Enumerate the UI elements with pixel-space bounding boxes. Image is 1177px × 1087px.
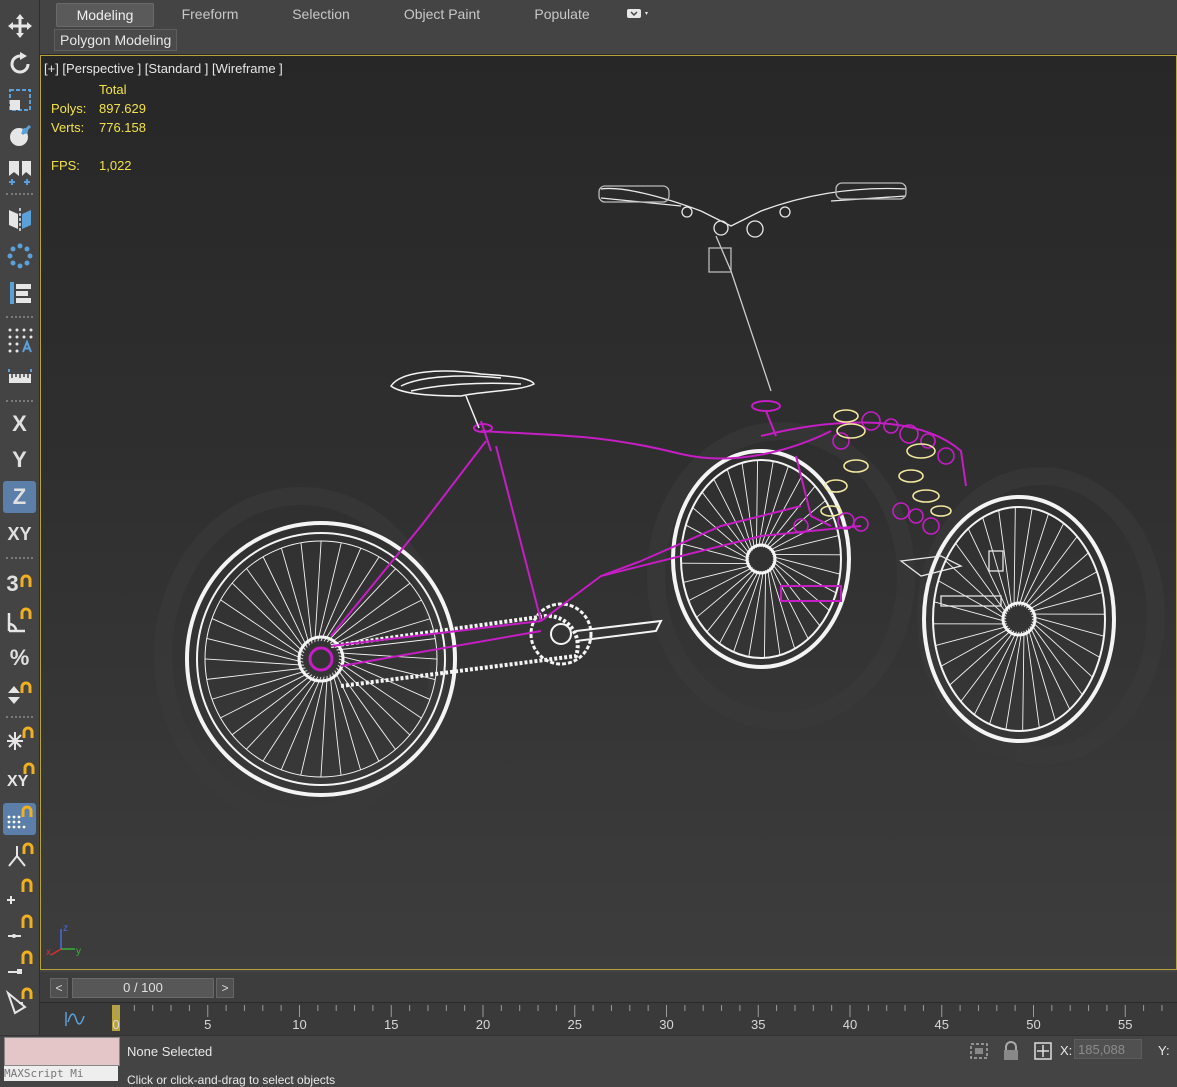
- front-axle-parts: [901, 551, 1003, 606]
- ruler-tick-label: 0: [112, 1017, 119, 1032]
- track-bar-ruler: 0 5 10 15 20 25 30 35 40 45 50 55: [112, 1003, 1177, 1033]
- constrain-x-button[interactable]: X: [3, 408, 36, 440]
- snap-vertex-icon[interactable]: [3, 876, 36, 908]
- toolbar-separator: [6, 193, 33, 195]
- status-bar: MAXScript Mi None Selected Click or clic…: [0, 1035, 1177, 1081]
- snap-grid-icon[interactable]: [3, 324, 36, 356]
- ruler-tick-label: 45: [935, 1017, 949, 1032]
- measure-icon[interactable]: [3, 361, 36, 393]
- x-coordinate-label: X:: [1060, 1043, 1072, 1058]
- mirror-icon[interactable]: [3, 203, 36, 235]
- time-slider: < 0 / 100 >: [40, 972, 1177, 1002]
- snap-to-grid-icon[interactable]: [3, 803, 36, 835]
- maxscript-mini-listener[interactable]: MAXScript Mi: [4, 1066, 118, 1081]
- y-coordinate-label: Y:: [1158, 1043, 1170, 1058]
- prompt-line: Click or click-and-drag to select object…: [127, 1073, 335, 1087]
- toolbar-separator: [6, 316, 33, 318]
- constrain-z-button[interactable]: Z: [3, 481, 36, 513]
- ribbon-panel-bar: Polygon Modeling: [40, 27, 1177, 55]
- select-move-icon[interactable]: [3, 10, 36, 42]
- select-rotate-icon[interactable]: [3, 48, 36, 80]
- axis-x-label: x: [46, 947, 51, 958]
- angle-snap-icon[interactable]: [3, 605, 36, 637]
- perspective-viewport[interactable]: [+] [Perspective ] [Standard ] [Wirefram…: [40, 55, 1177, 970]
- ruler-tick-label: 55: [1118, 1017, 1132, 1032]
- absolute-mode-transform-icon[interactable]: [1032, 1040, 1054, 1062]
- tab-modeling[interactable]: Modeling: [56, 3, 154, 27]
- select-scale-icon[interactable]: [3, 84, 36, 116]
- toolbar-separator: [6, 557, 33, 559]
- snaps-toggle-button[interactable]: 3: [3, 568, 36, 600]
- tab-freeform[interactable]: Freeform: [165, 3, 255, 25]
- toolbar-separator: [6, 716, 33, 718]
- snap-edge-icon[interactable]: [3, 912, 36, 944]
- time-slider-next-button[interactable]: >: [216, 978, 234, 998]
- snap-pivot-icon[interactable]: [3, 840, 36, 872]
- ruler-tick-label: 40: [843, 1017, 857, 1032]
- array-icon[interactable]: [3, 240, 36, 272]
- front-right-wheel: [924, 497, 1114, 741]
- snap-face-icon[interactable]: [3, 985, 36, 1017]
- ribbon-options-dropdown[interactable]: [625, 7, 651, 21]
- tricycle-wireframe-model: [41, 56, 1176, 969]
- curve-editor-icon[interactable]: [62, 1008, 88, 1030]
- constrain-y-button[interactable]: Y: [3, 444, 36, 476]
- left-toolbar: X Y Z XY 3 % XY: [0, 0, 40, 1035]
- percent-snap-button[interactable]: %: [3, 642, 36, 674]
- svg-text:XY: XY: [7, 773, 29, 790]
- ruler-tick-label: 10: [292, 1017, 306, 1032]
- axis-z-label: z: [63, 923, 68, 934]
- ribbon-options-icon: [625, 7, 651, 21]
- axis-constraint-snap-icon[interactable]: XY: [3, 760, 36, 792]
- axis-tripod: z y x: [45, 921, 85, 961]
- toolbar-separator: [6, 400, 33, 402]
- ruler-tick-label: 5: [204, 1017, 211, 1032]
- ruler-tick-label: 15: [384, 1017, 398, 1032]
- track-bar[interactable]: 0 5 10 15 20 25 30 35 40 45 50 55: [40, 1002, 1177, 1035]
- rear-wheel: [187, 523, 455, 795]
- tab-object-paint[interactable]: Object Paint: [390, 3, 494, 25]
- tab-populate[interactable]: Populate: [518, 3, 606, 25]
- snaps-toggle-label: 3: [6, 571, 18, 597]
- front-left-wheel: [673, 451, 849, 667]
- selection-lock-icon[interactable]: [1000, 1040, 1022, 1062]
- align-icon[interactable]: [3, 156, 36, 188]
- ribbon-tab-bar: Modeling Freeform Selection Object Paint…: [40, 0, 1177, 28]
- select-place-icon[interactable]: [3, 120, 36, 152]
- selection-status: None Selected: [127, 1044, 212, 1059]
- freeze-snap-icon[interactable]: [3, 724, 36, 756]
- ruler-tick-label: 30: [659, 1017, 673, 1032]
- ruler-tick-label: 50: [1026, 1017, 1040, 1032]
- spinner-snap-icon[interactable]: [3, 679, 36, 711]
- time-slider-prev-button[interactable]: <: [50, 978, 68, 998]
- constrain-xy-button[interactable]: XY: [3, 518, 36, 550]
- maxscript-listener-box[interactable]: [4, 1037, 120, 1066]
- ruler-tick-label: 35: [751, 1017, 765, 1032]
- ruler-tick-label: 20: [476, 1017, 490, 1032]
- time-slider-thumb[interactable]: 0 / 100: [72, 978, 214, 998]
- x-coordinate-field[interactable]: 185,088: [1074, 1039, 1142, 1059]
- tab-selection[interactable]: Selection: [276, 3, 366, 25]
- isolate-selection-icon[interactable]: [968, 1041, 990, 1061]
- layers-icon[interactable]: [3, 277, 36, 309]
- frame: [331, 401, 966, 666]
- snap-endpoint-icon[interactable]: [3, 948, 36, 980]
- ruler-tick-label: 25: [568, 1017, 582, 1032]
- magnet-icon: [19, 573, 33, 595]
- axis-y-label: y: [76, 946, 81, 957]
- handlebar: [599, 183, 906, 391]
- seat: [391, 371, 534, 428]
- polygon-modeling-panel-button[interactable]: Polygon Modeling: [54, 29, 177, 51]
